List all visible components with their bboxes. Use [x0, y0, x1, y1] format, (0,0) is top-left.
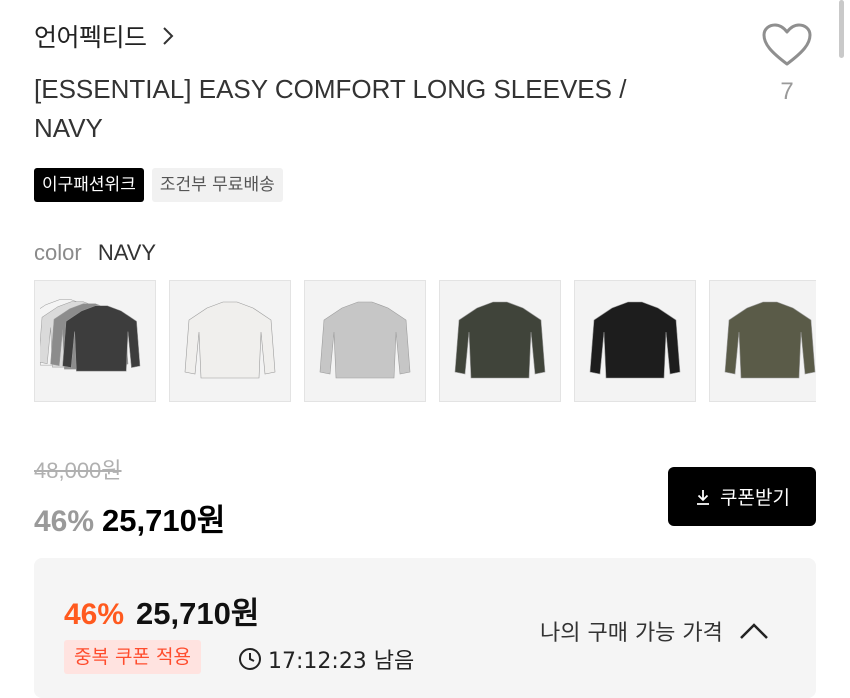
color-swatch-olive[interactable] [709, 280, 816, 402]
coupon-button-label: 쿠폰받기 [720, 487, 790, 509]
sale-price: 25,710원 [102, 503, 226, 538]
timer-text: 17:12:23 남음 [268, 649, 415, 674]
brand-name[interactable]: 언어펙티드 [34, 18, 147, 54]
tag-list: 이구패션위크 조건부 무료배송 [34, 168, 283, 202]
shirt-thumbnail-black [589, 301, 681, 379]
benefit-price-panel: 46% 25,710원 중복 쿠폰 적용 17:12:23 남음 나의 구매 가… [34, 558, 816, 698]
shirt-thumbnail-multi [40, 299, 141, 372]
duplicate-coupon-badge: 중복 쿠폰 적용 [64, 640, 201, 674]
brand-link[interactable]: 언어펙티드 [34, 18, 179, 54]
color-swatch-white[interactable] [169, 280, 291, 402]
shirt-shape [724, 301, 816, 379]
color-label: color [34, 240, 82, 265]
discount-rate: 46% [34, 505, 95, 538]
benefit-price-row: 46% 25,710원 [64, 588, 259, 633]
color-swatch-khaki[interactable] [439, 280, 561, 402]
shirt-shape [589, 301, 681, 379]
color-swatch-list[interactable] [34, 280, 816, 402]
price-row: 46% 25,710원 [34, 495, 225, 540]
color-value: NAVY [97, 240, 157, 265]
download-icon [697, 489, 710, 505]
countdown-timer: 17:12:23 남음 [238, 643, 414, 675]
color-row: color NAVY [34, 240, 156, 266]
purchasable-price-toggle[interactable]: 나의 구매 가능 가격 [540, 615, 769, 647]
shirt-thumbnail-khaki [454, 301, 546, 379]
tag-fashion-week: 이구패션위크 [34, 168, 144, 202]
shirt-thumbnail-olive [724, 301, 816, 379]
product-title: [ESSENTIAL] EASY COMFORT LONG SLEEVES / … [34, 74, 627, 143]
coupon-download-button[interactable]: 쿠폰받기 [668, 467, 816, 526]
shirt-shape [319, 301, 411, 379]
chevron-up-icon [740, 623, 768, 639]
shirt-shape [454, 301, 546, 379]
heart-icon[interactable] [761, 22, 813, 68]
shirt-thumbnail-light-grey [319, 301, 411, 379]
benefit-price: 25,710원 [136, 596, 260, 631]
color-swatch-black[interactable] [574, 280, 696, 402]
like-count: 7 [780, 78, 794, 105]
original-price: 48,000원 [34, 458, 122, 483]
clock-icon [239, 648, 261, 670]
chevron-right-icon [162, 27, 173, 45]
purchasable-price-label: 나의 구매 가능 가격 [540, 621, 723, 646]
shirt-thumbnail-white [184, 301, 276, 379]
benefit-discount-rate: 46% [64, 598, 125, 631]
color-swatch-multi[interactable] [34, 280, 156, 402]
color-swatch-light-grey[interactable] [304, 280, 426, 402]
scrollbar[interactable] [839, 0, 844, 58]
like-button[interactable]: 7 [756, 22, 818, 106]
shirt-shape [184, 301, 276, 379]
tag-free-shipping: 조건부 무료배송 [151, 168, 283, 202]
